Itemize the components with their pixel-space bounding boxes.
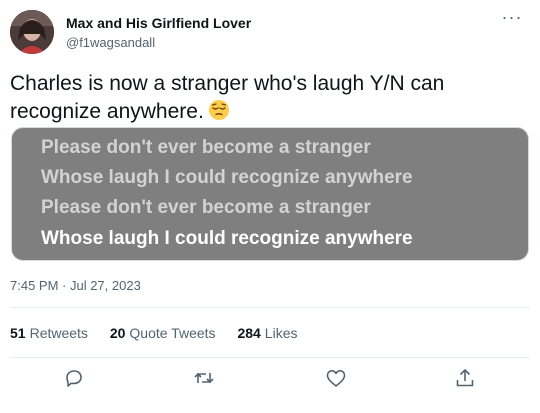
reply-icon[interactable] [62, 366, 88, 392]
quote-tweets-stat[interactable]: 20 Quote Tweets [110, 324, 216, 342]
tweet-header: Max and His Girlfiend Lover @f1wagsandal… [10, 8, 530, 56]
tweet-stats: 51 Retweets 20 Quote Tweets 284 Likes [10, 324, 315, 342]
lyric-line: Whose laugh I could recognize anywhere [41, 167, 413, 188]
retweet-icon[interactable] [192, 366, 218, 392]
author-names: Max and His Girlfiend Lover @f1wagsandal… [66, 14, 251, 52]
timestamp[interactable]: 7:45 PM · Jul 27, 2023 [10, 277, 141, 295]
user-handle[interactable]: @f1wagsandall [66, 34, 251, 52]
likes-stat[interactable]: 284 Likes [237, 324, 297, 342]
divider [10, 307, 530, 308]
more-options-icon[interactable]: ··· [500, 8, 524, 30]
share-icon[interactable] [453, 366, 479, 392]
retweets-count: 51 [10, 325, 26, 341]
pensive-face-emoji [208, 99, 230, 121]
lyric-line-highlighted: Whose laugh I could recognize anywhere [41, 228, 413, 249]
media-image[interactable]: Please don't ever become a stranger Whos… [11, 127, 529, 261]
retweets-stat[interactable]: 51 Retweets [10, 324, 88, 342]
quote-tweets-count: 20 [109, 325, 126, 341]
quote-tweets-label: Quote Tweets [129, 325, 216, 341]
lyric-line: Please don't ever become a stranger [41, 197, 371, 218]
tweet-text: Charles is now a stranger who's laugh Y/… [10, 70, 520, 126]
divider [10, 357, 530, 358]
like-icon[interactable] [324, 366, 350, 392]
likes-label: Likes [264, 325, 298, 341]
likes-count: 284 [237, 325, 261, 341]
display-name[interactable]: Max and His Girlfiend Lover [66, 14, 251, 32]
retweets-label: Retweets [29, 325, 88, 341]
tweet: Max and His Girlfiend Lover @f1wagsandal… [0, 0, 540, 413]
avatar[interactable] [10, 10, 54, 54]
action-bar [0, 366, 540, 396]
lyric-line: Please don't ever become a stranger [41, 137, 371, 158]
